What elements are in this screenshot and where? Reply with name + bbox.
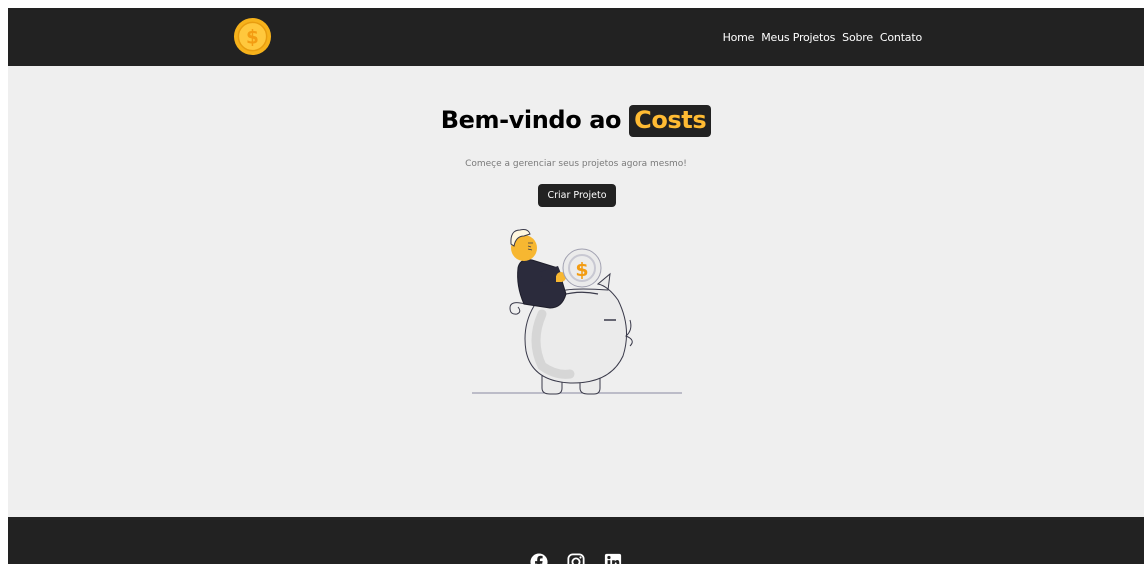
nav-link-home[interactable]: Home [723,31,755,44]
navbar: $ Home Meus Projetos Sobre Contato [8,8,1144,66]
instagram-icon[interactable] [567,553,585,564]
hero-subtitle: Começe a gerenciar seus projetos agora m… [465,159,687,169]
page: $ Home Meus Projetos Sobre Contato Bem-v… [8,8,1144,564]
nav-link-sobre[interactable]: Sobre [842,31,873,44]
nav-link-contato[interactable]: Contato [880,31,922,44]
nav-menu: Home Meus Projetos Sobre Contato [723,8,923,66]
brand-highlight: Costs [629,105,712,137]
dollar-coin-icon[interactable]: $ [233,17,272,56]
hero-title: Bem-vindo ao Costs [8,105,1144,137]
svg-text:$: $ [575,259,588,281]
create-project-button[interactable]: Criar Projeto [538,184,616,207]
main-content: Bem-vindo ao Costs Começe a gerenciar se… [8,66,1144,517]
linkedin-icon[interactable] [604,553,622,564]
facebook-icon[interactable] [530,553,548,564]
nav-link-meus-projetos[interactable]: Meus Projetos [761,31,835,44]
svg-text:$: $ [246,27,259,48]
footer [8,517,1144,564]
social-links [8,553,1144,564]
hero-title-prefix: Bem-vindo ao [440,106,622,134]
savings-piggy-bank-illustration: $ [472,229,682,395]
